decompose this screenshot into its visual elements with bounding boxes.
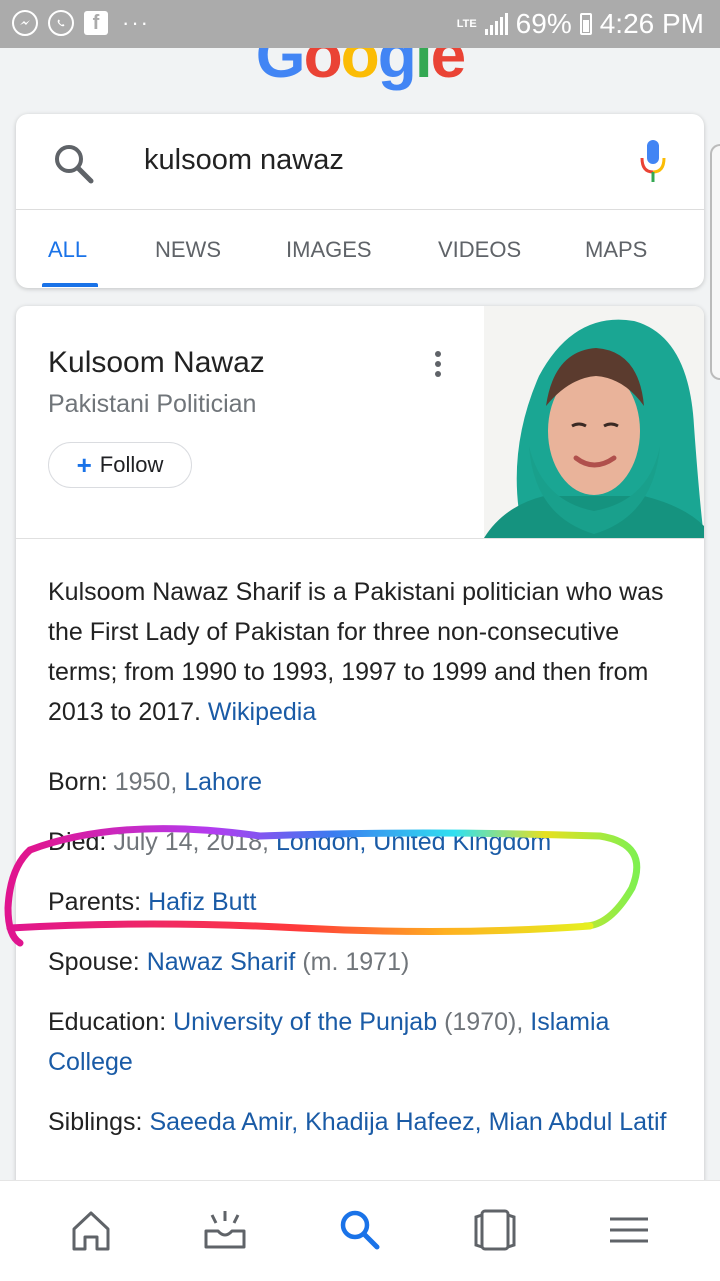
- messenger-icon: [12, 10, 38, 36]
- fact-education: Education: University of the Punjab (197…: [48, 1002, 688, 1082]
- signal-icon: [484, 13, 508, 35]
- search-icon[interactable]: [52, 142, 96, 186]
- search-input[interactable]: kulsoom nawaz: [144, 144, 344, 177]
- entity-photo[interactable]: [484, 306, 704, 538]
- plus-icon: +: [76, 450, 92, 480]
- tab-all[interactable]: ALL: [48, 237, 87, 263]
- google-logo[interactable]: Google: [0, 48, 720, 92]
- tab-videos[interactable]: VIDEOS: [438, 237, 521, 263]
- died-place-link-uk[interactable]: United Kingdom: [373, 828, 551, 856]
- battery-icon: [579, 13, 592, 35]
- fact-siblings: Siblings: Saeeda Amir, Khadija Hafeez, M…: [48, 1102, 688, 1142]
- sibling-link[interactable]: Khadija Hafeez,: [305, 1108, 482, 1136]
- education-link-punjab[interactable]: University of the Punjab: [173, 1008, 437, 1036]
- wikipedia-link[interactable]: Wikipedia: [208, 698, 316, 726]
- facebook-icon: f: [84, 11, 108, 35]
- updates-icon[interactable]: [200, 1205, 250, 1255]
- tab-maps[interactable]: MAPS: [585, 237, 647, 263]
- spouse-link[interactable]: Nawaz Sharif: [147, 948, 296, 976]
- fact-died: Died: July 14, 2018, London, United King…: [48, 822, 688, 862]
- whatsapp-icon: [48, 10, 74, 36]
- search-results-page: Google kulsoom nawaz ALL NEWS IMAGES VID…: [0, 48, 720, 1180]
- menu-icon[interactable]: [604, 1205, 654, 1255]
- fact-spouse: Spouse: Nawaz Sharif (m. 1971): [48, 942, 688, 982]
- active-tab-indicator: [42, 283, 98, 287]
- bottom-nav: [0, 1180, 720, 1281]
- notification-icons: f ···: [12, 10, 150, 36]
- sibling-link[interactable]: Mian Abdul Latif: [489, 1108, 667, 1136]
- status-bar: f ··· LTE 69% 4:26 PM: [0, 0, 720, 48]
- fact-label: Parents:: [48, 888, 142, 916]
- fact-label: Education:: [48, 1008, 167, 1036]
- home-icon[interactable]: [66, 1205, 116, 1255]
- parents-link[interactable]: Hafiz Butt: [148, 888, 256, 916]
- follow-label: Follow: [99, 452, 164, 477]
- tabs-icon[interactable]: [470, 1205, 520, 1255]
- fact-value: (m. 1971): [302, 948, 410, 976]
- fact-value: (1970),: [444, 1008, 524, 1036]
- sibling-link[interactable]: Saeeda Amir,: [149, 1108, 298, 1136]
- died-place-link-london[interactable]: London,: [276, 828, 366, 856]
- scroll-handle[interactable]: [710, 144, 720, 380]
- fact-value: July 14, 2018,: [113, 828, 269, 856]
- fact-label: Died:: [48, 828, 107, 856]
- clock: 4:26 PM: [599, 8, 704, 39]
- entity-title: Kulsoom Nawaz: [48, 346, 265, 379]
- fact-label: Siblings:: [48, 1108, 143, 1136]
- born-place-link[interactable]: Lahore: [184, 768, 262, 796]
- follow-button[interactable]: + Follow: [48, 442, 192, 488]
- tab-news[interactable]: NEWS: [155, 237, 221, 263]
- fact-value: 1950,: [114, 768, 178, 796]
- search-box: kulsoom nawaz ALL NEWS IMAGES VIDEOS MAP…: [16, 114, 704, 288]
- microphone-icon[interactable]: [638, 138, 668, 188]
- battery-percent: 69%: [515, 8, 572, 39]
- search-tabs: ALL NEWS IMAGES VIDEOS MAPS: [16, 210, 704, 288]
- entity-description: Kulsoom Nawaz Sharif is a Pakistani poli…: [48, 578, 664, 726]
- panel-divider: [16, 538, 704, 539]
- fact-label: Born:: [48, 768, 108, 796]
- fact-label: Spouse:: [48, 948, 140, 976]
- knowledge-panel: Kulsoom Nawaz Pakistani Politician + Fol…: [16, 306, 704, 1180]
- network-type: LTE: [456, 17, 477, 30]
- entity-subtitle: Pakistani Politician: [48, 390, 257, 418]
- more-options-icon[interactable]: [428, 348, 448, 382]
- tab-images[interactable]: IMAGES: [286, 237, 372, 263]
- search-nav-icon[interactable]: [335, 1205, 385, 1255]
- more-notifications-icon: ···: [122, 10, 150, 35]
- fact-born: Born: 1950, Lahore: [48, 762, 688, 802]
- fact-parents: Parents: Hafiz Butt: [48, 882, 688, 922]
